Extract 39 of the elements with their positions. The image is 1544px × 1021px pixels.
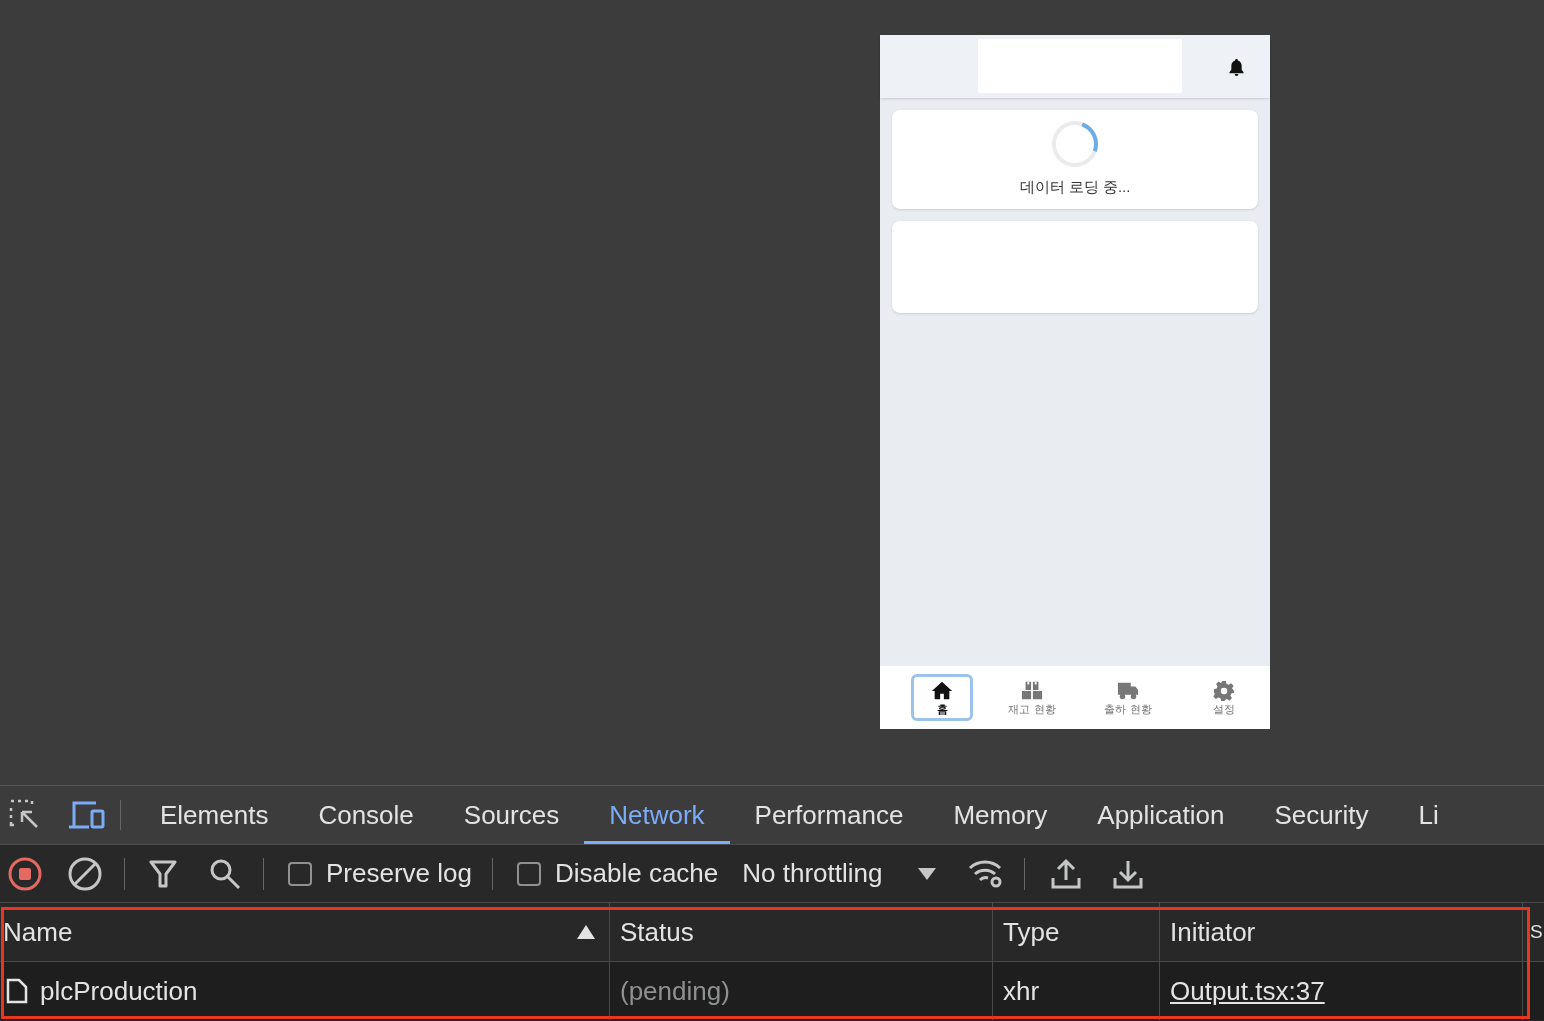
clear-icon[interactable]: [68, 856, 102, 891]
filter-icon[interactable]: [149, 858, 177, 889]
devtools-tab[interactable]: Performance: [729, 786, 929, 844]
home-icon: [931, 679, 953, 702]
nav-tab[interactable]: 출하 현황: [1091, 674, 1165, 721]
nav-tab[interactable]: 재고 현황: [995, 674, 1069, 721]
column-header[interactable]: Status: [620, 912, 694, 952]
nav-tab[interactable]: 설정: [1187, 674, 1261, 721]
gear-icon: [1213, 679, 1235, 702]
upload-icon[interactable]: [1051, 857, 1082, 890]
devtools-tab[interactable]: Memory: [928, 786, 1073, 844]
boxes-icon: [1021, 679, 1043, 702]
devtools-tab[interactable]: Elements: [135, 786, 294, 844]
caret-icon[interactable]: [918, 867, 937, 880]
column-header[interactable]: Name: [3, 912, 73, 952]
checkbox-option[interactable]: Preserve log: [288, 854, 472, 893]
document-icon: [6, 978, 28, 1004]
devtools-tab[interactable]: Console: [293, 786, 439, 844]
request-name[interactable]: plcProduction: [40, 971, 198, 1011]
devtools-tab[interactable]: Application: [1072, 786, 1250, 844]
device-toolbar-icon[interactable]: [68, 800, 106, 830]
search-icon[interactable]: [209, 857, 241, 890]
devtools-tab[interactable]: Li: [1393, 786, 1464, 844]
loading-spinner-icon: [1051, 120, 1099, 168]
column-header[interactable]: Type: [1003, 912, 1060, 952]
request-status: (pending): [620, 974, 730, 1008]
throttling-select[interactable]: No throttling: [742, 854, 883, 893]
column-header[interactable]: Initiator: [1170, 912, 1256, 952]
nav-tab[interactable]: 홈: [911, 674, 973, 721]
record-stop-icon[interactable]: [8, 856, 42, 891]
bell-icon[interactable]: [1229, 59, 1244, 76]
column-header[interactable]: S: [1530, 917, 1543, 947]
devtools-tab[interactable]: Sources: [438, 786, 585, 844]
devtools-tab[interactable]: Security: [1249, 786, 1394, 844]
checkbox-option[interactable]: Disable cache: [516, 854, 719, 893]
devtools-tab[interactable]: Network: [584, 786, 730, 844]
loading-message: 데이터 로딩 중...: [1019, 177, 1131, 197]
request-type: xhr: [1003, 974, 1040, 1008]
initiator-link[interactable]: Output.tsx:37: [1170, 971, 1325, 1011]
